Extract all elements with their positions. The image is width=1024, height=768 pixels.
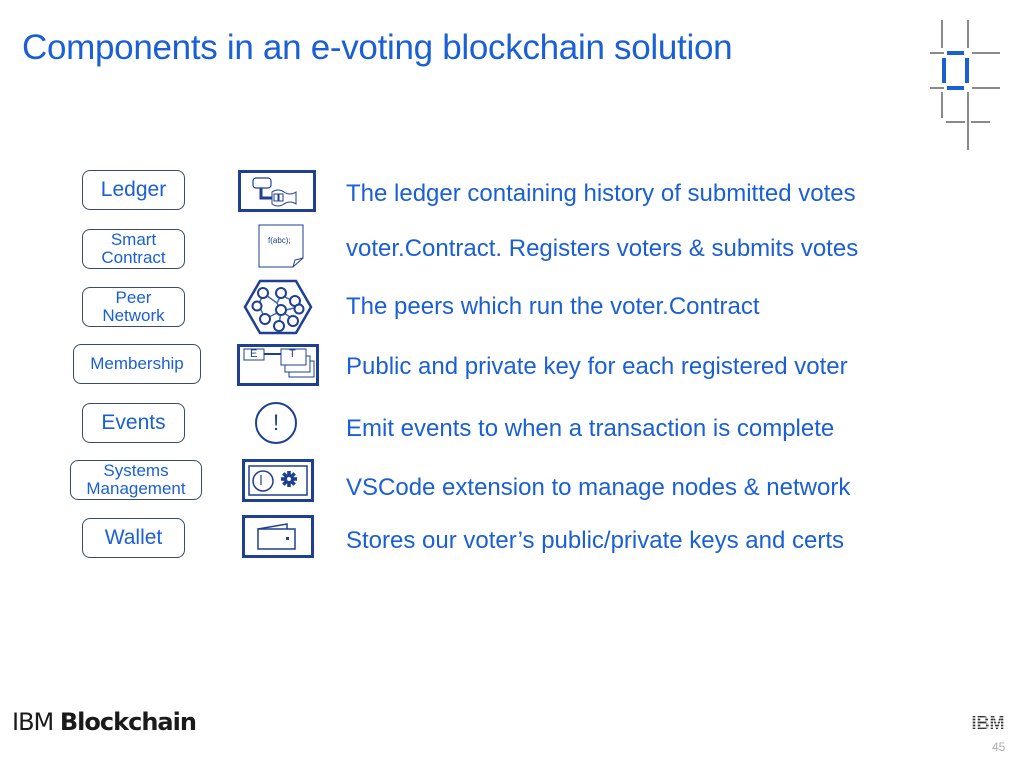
events-icon: ! — [255, 402, 297, 444]
component-label-wallet: Wallet — [82, 518, 185, 558]
smart-contract-icon: f(abc); — [258, 224, 304, 268]
component-description-smart-contract: voter.Contract. Registers voters & submi… — [346, 235, 859, 262]
ibm-blockchain-brand: IBM Blockchain — [12, 708, 197, 736]
peer-network-icon — [243, 279, 313, 335]
membership-icon-e: E — [250, 348, 258, 360]
smart-contract-icon-code: f(abc); — [268, 236, 291, 245]
component-label-systems-management: Systems Management — [70, 460, 202, 500]
component-description-membership: Public and private key for each register… — [346, 353, 848, 380]
component-description-peer-network: The peers which run the voter.Contract — [346, 293, 760, 320]
component-label-events: Events — [82, 403, 185, 443]
component-description-wallet: Stores our voter’s public/private keys a… — [346, 527, 845, 554]
component-description-ledger: The ledger containing history of submitt… — [346, 180, 856, 207]
component-label-ledger: Ledger — [82, 170, 185, 210]
component-description-events: Emit events to when a transaction is com… — [346, 415, 835, 442]
brand-blockchain-text: Blockchain — [59, 708, 197, 736]
ibm-logo-icon: IBM — [968, 713, 1008, 733]
brand-ibm-text: IBM — [12, 708, 60, 736]
events-icon-exclamation: ! — [272, 410, 280, 435]
membership-icon: E T — [237, 344, 319, 386]
component-label-peer-network: Peer Network — [82, 287, 185, 327]
slide-title: Components in an e-voting blockchain sol… — [22, 28, 733, 67]
component-label-smart-contract: Smart Contract — [82, 229, 185, 269]
page-number: 45 — [992, 740, 1006, 754]
membership-icon-t: T — [289, 348, 296, 360]
wallet-icon — [242, 515, 314, 558]
ledger-icon — [238, 170, 316, 212]
component-label-membership: Membership — [73, 344, 201, 384]
svg-text:IBM: IBM — [972, 713, 1005, 733]
systems-management-icon — [242, 459, 314, 502]
component-description-systems-management: VSCode extension to manage nodes & netwo… — [346, 474, 851, 501]
decorative-grid-icon — [930, 20, 1000, 150]
